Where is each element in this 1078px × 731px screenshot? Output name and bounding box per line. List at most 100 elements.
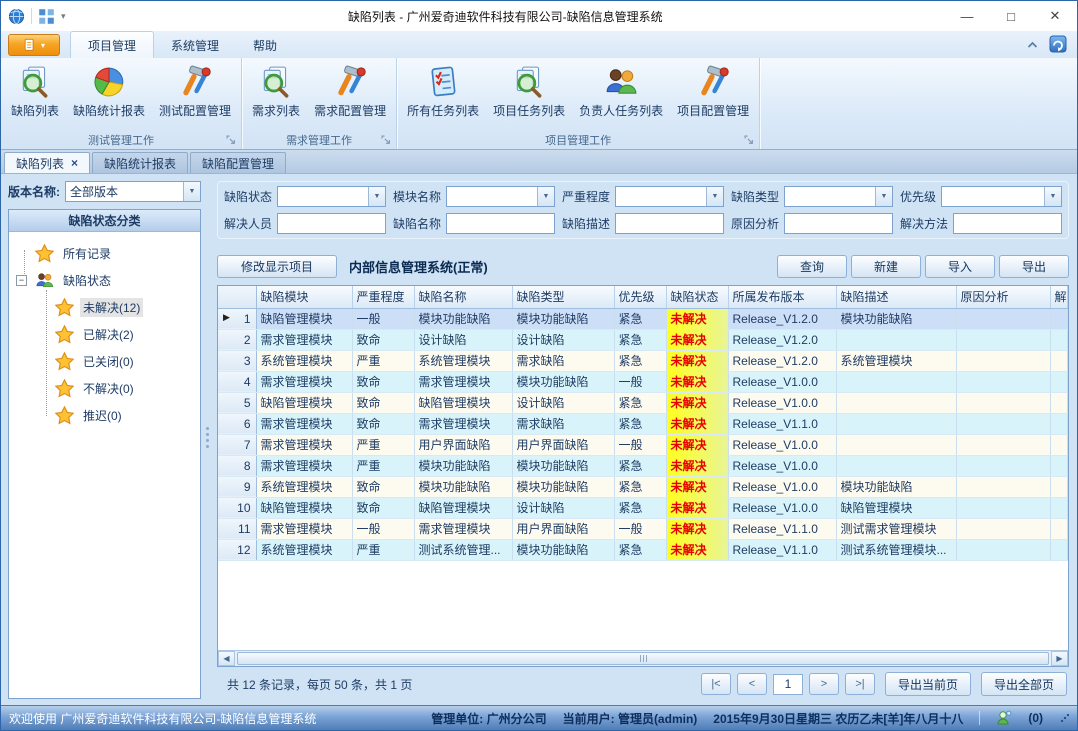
ribbon-tab-project[interactable]: 项目管理 — [70, 31, 154, 58]
cell[interactable]: 系统管理模块 — [256, 350, 352, 371]
cell[interactable] — [836, 434, 956, 455]
cell[interactable]: Release_V1.1.0 — [728, 413, 836, 434]
cell[interactable] — [956, 392, 1050, 413]
cell[interactable] — [956, 413, 1050, 434]
col-header-1[interactable]: 严重程度 — [352, 286, 414, 308]
cell[interactable]: 设计缺陷 — [512, 329, 614, 350]
cell[interactable]: 未解决 — [666, 371, 728, 392]
cell[interactable]: 缺陷管理模块 — [256, 308, 352, 329]
test-config-button[interactable]: 测试配置管理 — [152, 60, 238, 121]
scrollbar-thumb[interactable] — [237, 652, 1049, 665]
cell[interactable]: 需求管理模块 — [256, 518, 352, 539]
all-tasks-button[interactable]: 所有任务列表 — [400, 60, 486, 121]
col-header-8[interactable]: 原因分析 — [956, 286, 1050, 308]
group-launcher-icon[interactable] — [226, 135, 236, 145]
cell[interactable]: Release_V1.0.0 — [728, 497, 836, 518]
export-all-pages-button[interactable]: 导出全部页 — [981, 672, 1067, 696]
cell[interactable]: Release_V1.1.0 — [728, 539, 836, 560]
tree-item-postponed[interactable]: 推迟(0) — [9, 402, 200, 429]
tree-item-all-records[interactable]: 所有记录 — [9, 240, 200, 267]
filter-combo-module-name[interactable]: ▼ — [446, 186, 555, 207]
group-launcher-icon[interactable] — [381, 135, 391, 145]
table-row[interactable]: 10缺陷管理模块致命缺陷管理模块设计缺陷紧急未解决Release_V1.0.0缺… — [218, 497, 1068, 518]
help-icon[interactable] — [1049, 35, 1067, 53]
cell[interactable]: 缺陷管理模块 — [256, 392, 352, 413]
chevron-down-icon[interactable]: ▼ — [537, 187, 554, 206]
cell[interactable]: 一般 — [614, 371, 666, 392]
cell[interactable]: 致命 — [352, 476, 414, 497]
cell[interactable]: Release_V1.0.0 — [728, 455, 836, 476]
filter-input-defect-name[interactable] — [446, 213, 555, 234]
cell[interactable]: 模块功能缺陷 — [414, 476, 512, 497]
filter-combo-defect-status[interactable]: ▼ — [277, 186, 386, 207]
cell[interactable]: 紧急 — [614, 392, 666, 413]
cell[interactable]: 紧急 — [614, 308, 666, 329]
row-indicator-cell[interactable]: 5 — [218, 392, 256, 413]
cell[interactable] — [956, 371, 1050, 392]
row-indicator-cell[interactable]: 6 — [218, 413, 256, 434]
cell[interactable]: 需求管理模块 — [256, 413, 352, 434]
cell[interactable] — [1050, 329, 1068, 350]
tree-item-defect-status[interactable]: −缺陷状态 — [9, 267, 200, 294]
next-page-button[interactable]: > — [809, 673, 839, 695]
row-indicator-cell[interactable]: 4 — [218, 371, 256, 392]
cell[interactable] — [1050, 434, 1068, 455]
chevron-down-icon[interactable]: ▼ — [706, 187, 723, 206]
collapse-ribbon-icon[interactable] — [1026, 40, 1039, 49]
cell[interactable]: 模块功能缺陷 — [512, 476, 614, 497]
cell[interactable]: Release_V1.2.0 — [728, 308, 836, 329]
cell[interactable]: 需求管理模块 — [256, 455, 352, 476]
cell[interactable] — [1050, 476, 1068, 497]
cell[interactable] — [1050, 455, 1068, 476]
cell[interactable]: 未解决 — [666, 434, 728, 455]
ribbon-tab-system[interactable]: 系统管理 — [154, 32, 236, 58]
tree-item-resolved[interactable]: 已解决(2) — [9, 321, 200, 348]
row-indicator-cell[interactable]: ▶1 — [218, 308, 256, 329]
col-header-4[interactable]: 优先级 — [614, 286, 666, 308]
cell[interactable] — [836, 413, 956, 434]
cell[interactable] — [1050, 350, 1068, 371]
cell[interactable]: 未解决 — [666, 329, 728, 350]
row-indicator-cell[interactable]: 7 — [218, 434, 256, 455]
cell[interactable]: 设计缺陷 — [414, 329, 512, 350]
cell[interactable]: 测试系统管理... — [414, 539, 512, 560]
app-menu-button[interactable]: ▾ — [8, 34, 60, 56]
scroll-right-icon[interactable]: ▶ — [1051, 651, 1068, 666]
first-page-button[interactable]: |< — [701, 673, 731, 695]
filter-input-solution[interactable] — [953, 213, 1062, 234]
import-button[interactable]: 导入 — [925, 255, 995, 278]
cell[interactable] — [956, 350, 1050, 371]
cell[interactable]: 一般 — [352, 518, 414, 539]
requirement-config-button[interactable]: 需求配置管理 — [307, 60, 393, 121]
table-row[interactable]: 8需求管理模块严重模块功能缺陷模块功能缺陷紧急未解决Release_V1.0.0 — [218, 455, 1068, 476]
filter-input-resolver[interactable] — [277, 213, 386, 234]
cell[interactable]: 模块功能缺陷 — [414, 455, 512, 476]
cell[interactable]: 模块功能缺陷 — [836, 476, 956, 497]
cell[interactable]: 测试系统管理模块... — [836, 539, 956, 560]
cell[interactable] — [956, 497, 1050, 518]
cell[interactable]: 需求管理模块 — [256, 434, 352, 455]
page-number-input[interactable] — [773, 674, 803, 695]
cell[interactable]: 模块功能缺陷 — [512, 455, 614, 476]
chevron-down-icon[interactable]: ▼ — [875, 187, 892, 206]
cell[interactable]: 需求缺陷 — [512, 413, 614, 434]
cell[interactable]: 缺陷管理模块 — [836, 497, 956, 518]
col-header-7[interactable]: 缺陷描述 — [836, 286, 956, 308]
cell[interactable]: Release_V1.1.0 — [728, 518, 836, 539]
cell[interactable] — [836, 392, 956, 413]
cell[interactable]: 系统管理模块 — [836, 350, 956, 371]
table-row[interactable]: 4需求管理模块致命需求管理模块模块功能缺陷一般未解决Release_V1.0.0 — [218, 371, 1068, 392]
filter-combo-defect-type[interactable]: ▼ — [784, 186, 893, 207]
cell[interactable]: 未解决 — [666, 392, 728, 413]
cell[interactable]: 用户界面缺陷 — [414, 434, 512, 455]
requirement-list-button[interactable]: 需求列表 — [245, 60, 307, 121]
doc-tab-defect-report[interactable]: 缺陷统计报表 — [92, 152, 188, 173]
cell[interactable]: 致命 — [352, 413, 414, 434]
cell[interactable] — [836, 455, 956, 476]
cell[interactable]: 模块功能缺陷 — [512, 371, 614, 392]
collapse-node-icon[interactable]: − — [16, 275, 27, 286]
cell[interactable] — [1050, 371, 1068, 392]
cell[interactable] — [1050, 308, 1068, 329]
cell[interactable] — [1050, 392, 1068, 413]
table-row[interactable]: 9系统管理模块致命模块功能缺陷模块功能缺陷紧急未解决Release_V1.0.0… — [218, 476, 1068, 497]
